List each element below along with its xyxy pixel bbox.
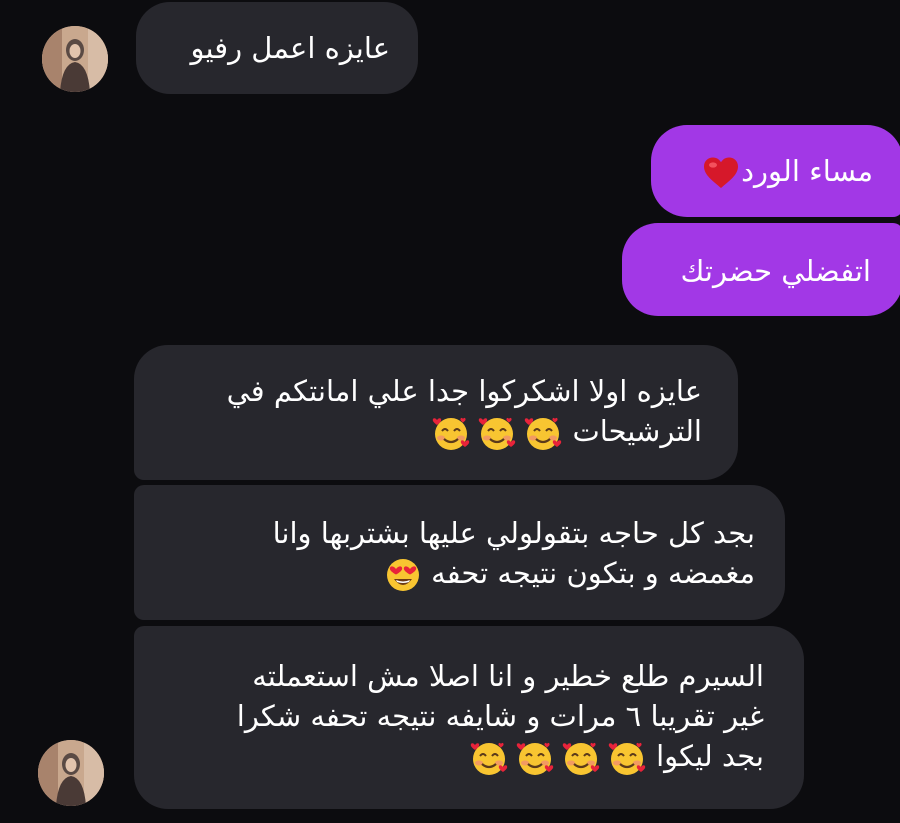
message-text: مساء الورد [741,154,873,188]
message-text-line: مساء الورد [673,151,873,191]
smiling-face-with-hearts-icon [433,417,470,450]
message-text: اتفضلي حضرتك [680,254,871,288]
smiling-face-with-hearts-icon [470,742,508,775]
emoji-group [385,557,421,593]
smiling-face-with-hearts-icon [562,742,600,775]
message-text: الترشيحات [572,414,702,448]
message-text: السيرم طلع خطير و انا اصلا مش استعملته [252,659,764,693]
emoji-group [470,740,646,776]
message-bubble-incoming[interactable]: السيرم طلع خطير و انا اصلا مش استعملته غ… [134,626,804,809]
heart-eyes-icon [387,559,420,591]
emoji-group [432,415,562,451]
message-text: غير تقريبا ٦ مرات و شايفه نتيجه تحفه شكر… [236,699,764,733]
message-bubble-outgoing[interactable]: مساء الورد [651,125,900,217]
message-text: عايزه اعمل رفيو [190,31,390,65]
message-text: بجد كل حاجه بتقولولي عليها بشتربها وانا [272,516,755,550]
contact-avatar[interactable] [42,26,108,92]
avatar-photo [38,740,104,806]
message-text-line: بجد ليكوا [158,736,764,776]
message-text: عايزه اولا اشكركوا جدا علي امانتكم في [226,374,702,408]
message-bubble-outgoing[interactable]: اتفضلي حضرتك [622,223,900,316]
red-heart-icon [704,157,739,188]
contact-avatar[interactable] [38,740,104,806]
smiling-face-with-hearts-icon [516,742,554,775]
message-bubble-incoming[interactable]: عايزه اولا اشكركوا جدا علي امانتكم في ال… [134,345,738,480]
message-bubble-incoming[interactable]: بجد كل حاجه بتقولولي عليها بشتربها وانا … [134,485,785,620]
smiling-face-with-hearts-icon [608,742,646,775]
message-text-line: مغمضه و بتكون نتيجه تحفه [158,553,755,593]
smiling-face-with-hearts-icon [479,417,516,450]
message-bubble-incoming[interactable]: عايزه اعمل رفيو [136,2,418,94]
message-text-line: الترشيحات [158,411,702,451]
emoji-group [703,157,739,189]
smiling-face-with-hearts-icon [525,417,562,450]
message-text: مغمضه و بتكون نتيجه تحفه [431,556,755,590]
avatar-photo [42,26,108,92]
message-text: بجد ليكوا [656,739,764,773]
